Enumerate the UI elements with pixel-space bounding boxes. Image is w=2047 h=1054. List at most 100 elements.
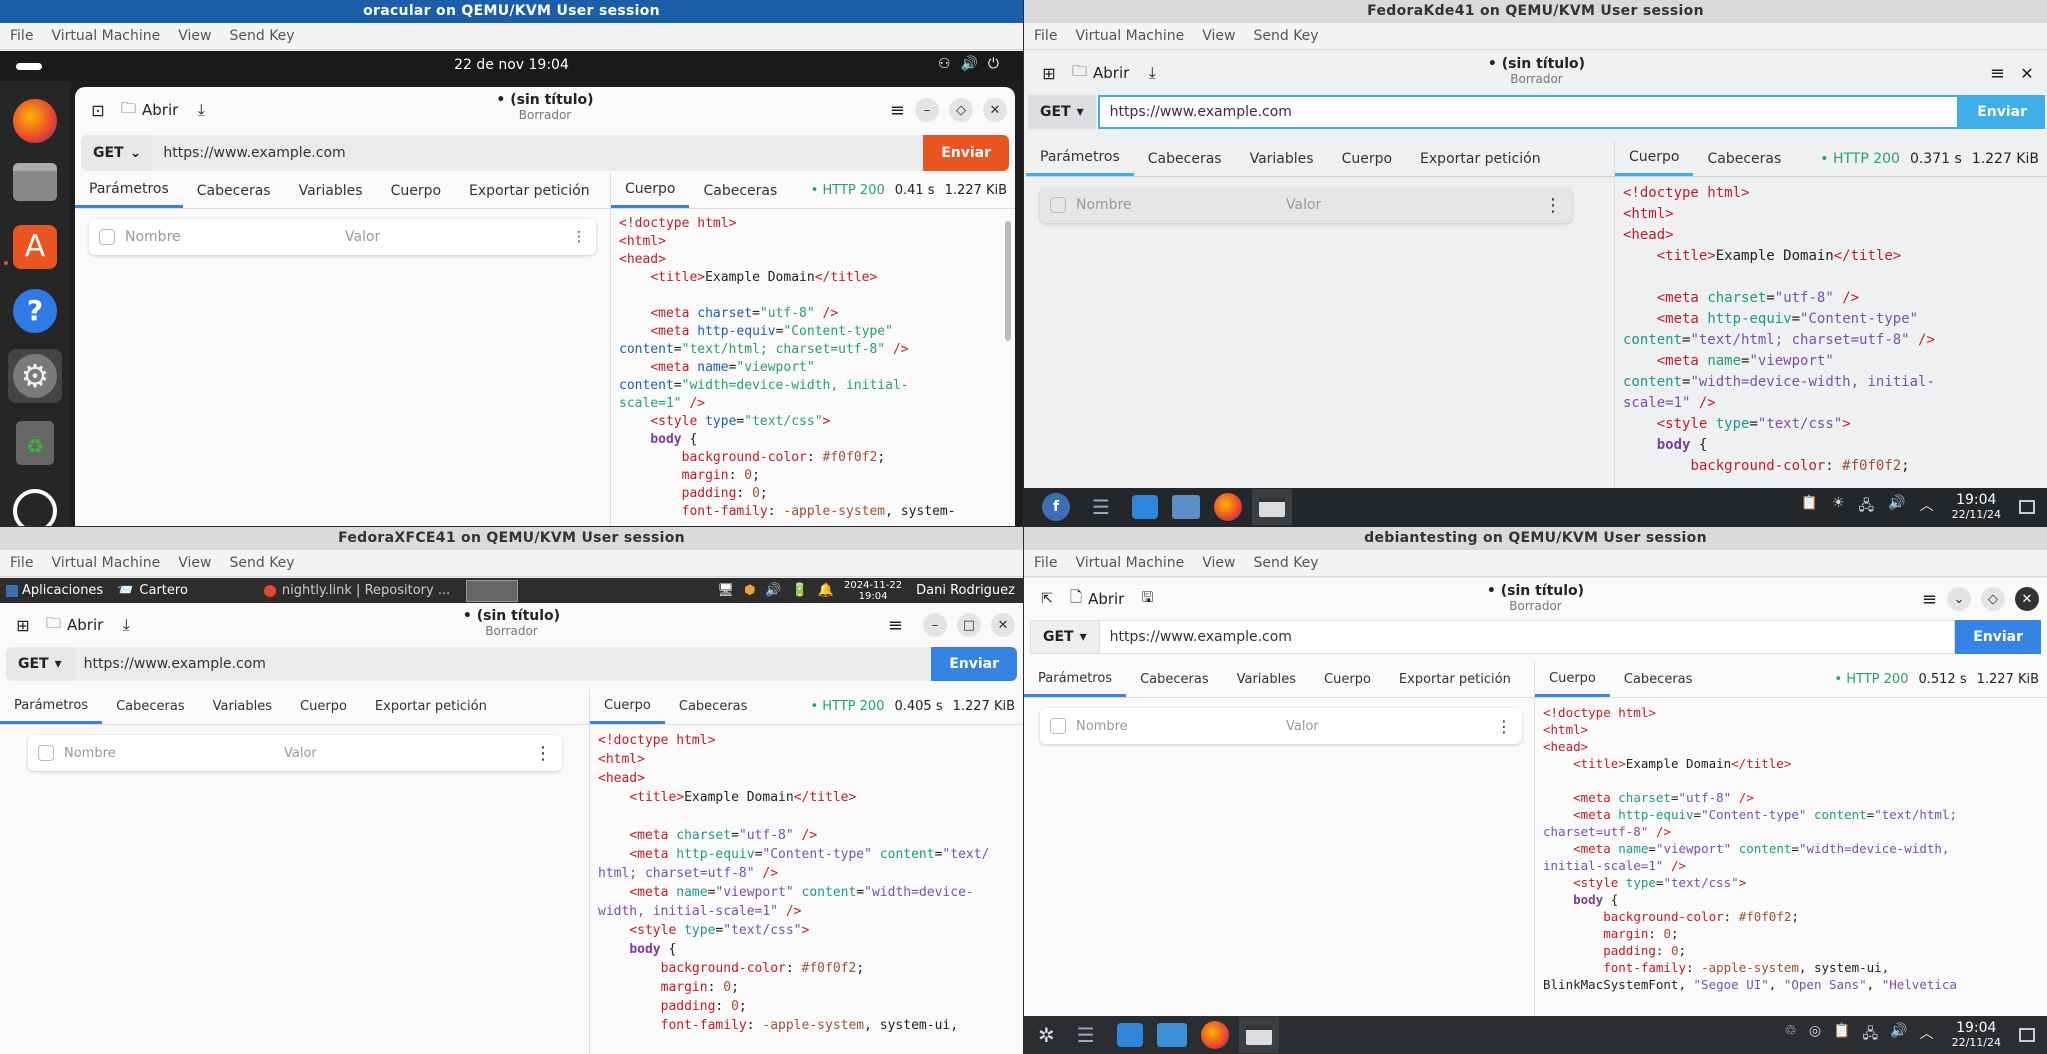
settings-gear-icon[interactable]: ⚙ [13, 354, 57, 398]
tab-variables[interactable]: Variables [285, 173, 377, 208]
tab-parameters[interactable]: Parámetros [1024, 662, 1127, 697]
menu-file[interactable]: File [10, 28, 33, 44]
param-name-input[interactable]: Nombre [1076, 197, 1276, 213]
param-name-input[interactable]: Nombre [64, 746, 274, 761]
tab-export[interactable]: Exportar petición [361, 689, 501, 724]
file-manager-icon[interactable] [1156, 1023, 1187, 1047]
method-select[interactable]: GET ▾ [1028, 95, 1096, 129]
close-button[interactable]: ✕ [2015, 587, 2039, 611]
tab-headers[interactable]: Cabeceras [102, 689, 199, 724]
param-value-input[interactable]: Valor [345, 229, 562, 245]
clock[interactable]: 19:04 22/11/24 [1952, 1021, 2001, 1050]
discover-store-icon[interactable] [1131, 495, 1158, 519]
clock[interactable]: 2024-11-22 19:04 [844, 580, 916, 602]
tab-variables[interactable]: Variables [1223, 662, 1310, 697]
firefox-icon[interactable] [1213, 493, 1242, 521]
url-input[interactable]: https://www.example.com [1099, 620, 1956, 654]
param-name-input[interactable]: Nombre [1076, 719, 1276, 734]
menu-virtual-machine[interactable]: Virtual Machine [51, 555, 160, 571]
tab-response-body[interactable]: Cuerpo [1535, 662, 1610, 697]
tab-export[interactable]: Exportar petición [1385, 662, 1525, 697]
system-tray-icons[interactable]: ♲ ◎ 📋 🖧 🔊 ︿ [1784, 1023, 1933, 1047]
new-request-icon[interactable]: ⊞ [8, 616, 38, 635]
send-button[interactable]: Enviar [1955, 620, 2041, 654]
file-manager-icon[interactable] [1171, 495, 1200, 519]
menu-send-key[interactable]: Send Key [229, 28, 294, 44]
tab-body[interactable]: Cuerpo [1310, 662, 1385, 697]
clock[interactable]: 19:04 22/11/24 [1952, 493, 2001, 522]
minimize-button[interactable]: – [915, 98, 939, 122]
menu-send-key[interactable]: Send Key [1253, 555, 1318, 571]
tab-headers[interactable]: Cabeceras [1134, 141, 1236, 176]
send-button[interactable]: Enviar [931, 647, 1017, 681]
new-request-icon[interactable]: ⇱ [1032, 591, 1062, 607]
tab-export[interactable]: Exportar petición [1406, 141, 1555, 176]
fedora-launcher-icon[interactable]: f [1042, 493, 1070, 521]
open-button[interactable]: 🗀 Abrir [38, 609, 111, 642]
menu-virtual-machine[interactable]: Virtual Machine [1075, 28, 1184, 44]
url-input[interactable]: https://www.example.com [73, 647, 932, 681]
download-icon[interactable]: ⤓ [111, 615, 141, 635]
taskbar-item-cartero[interactable]: 📨 Cartero [109, 583, 196, 598]
maximize-button[interactable]: ◇ [1981, 587, 2005, 611]
save-icon[interactable]: 🖫 [1132, 587, 1162, 611]
close-button[interactable]: ✕ [983, 98, 1007, 122]
tab-response-body[interactable]: Cuerpo [1615, 141, 1694, 176]
menu-view[interactable]: View [178, 28, 211, 44]
ubuntu-logo-icon[interactable] [13, 489, 57, 526]
tab-response-body[interactable]: Cuerpo [590, 689, 665, 724]
tab-response-headers[interactable]: Cabeceras [689, 173, 791, 208]
cartero-task-icon[interactable] [1238, 1017, 1279, 1053]
tab-body[interactable]: Cuerpo [377, 173, 455, 208]
send-button[interactable]: Enviar [1959, 95, 2045, 129]
method-select[interactable]: GET ⌄ [81, 135, 154, 171]
tab-body[interactable]: Cuerpo [286, 689, 361, 724]
new-request-icon[interactable]: ⊞ [1034, 64, 1064, 83]
param-value-input[interactable]: Valor [284, 746, 524, 761]
menu-send-key[interactable]: Send Key [1253, 28, 1318, 44]
menu-view[interactable]: View [1202, 28, 1235, 44]
tab-parameters[interactable]: Parámetros [75, 173, 183, 208]
tab-response-headers[interactable]: Cabeceras [1610, 662, 1707, 697]
open-button[interactable]: 🗀 Abrir [113, 94, 186, 127]
firefox-icon[interactable] [13, 99, 57, 143]
tab-variables[interactable]: Variables [199, 689, 286, 724]
close-icon[interactable]: ✕ [2015, 64, 2039, 83]
menu-view[interactable]: View [1202, 555, 1235, 571]
system-tray-icons[interactable]: ⚇🔊⏻ [938, 56, 1009, 72]
firefox-icon[interactable] [1200, 1021, 1229, 1049]
maximize-button[interactable]: □ [957, 613, 981, 637]
trash-icon[interactable]: ♻ [16, 421, 54, 465]
param-value-input[interactable]: Valor [1286, 197, 1534, 213]
system-tray-icons[interactable]: 🖥 ⬢ 🔊 🔋 🔔 [718, 583, 844, 598]
tab-body[interactable]: Cuerpo [1328, 141, 1406, 176]
tab-headers[interactable]: Cabeceras [183, 173, 285, 208]
minimize-button[interactable]: ⌄ [1947, 587, 1971, 611]
menu-view[interactable]: View [178, 555, 211, 571]
tab-response-headers[interactable]: Cabeceras [1693, 141, 1795, 176]
settings-sliders-icon[interactable]: ☰ [1092, 495, 1110, 519]
discover-store-icon[interactable] [1116, 1023, 1143, 1047]
applications-menu[interactable]: Aplicaciones [0, 583, 109, 598]
menu-virtual-machine[interactable]: Virtual Machine [1075, 555, 1184, 571]
new-request-icon[interactable]: ⊡ [83, 101, 113, 120]
workspace-switcher[interactable] [466, 579, 519, 602]
more-options-icon[interactable]: ⋮ [534, 743, 552, 764]
app-launcher-icon[interactable]: ✲ [1038, 1023, 1055, 1047]
menu-file[interactable]: File [1034, 555, 1057, 571]
hamburger-menu-icon[interactable]: ≡ [890, 100, 905, 121]
more-options-icon[interactable]: ⋮ [1496, 717, 1512, 736]
menu-virtual-machine[interactable]: Virtual Machine [51, 28, 160, 44]
param-name-input[interactable]: Nombre [125, 229, 335, 245]
minimize-button[interactable]: – [923, 613, 947, 637]
param-checkbox[interactable] [38, 745, 54, 761]
send-button[interactable]: Enviar [923, 135, 1009, 171]
settings-sliders-icon[interactable]: ☰ [1077, 1023, 1095, 1047]
show-desktop-icon[interactable] [2019, 1028, 2035, 1042]
url-input[interactable]: https://www.example.com [153, 135, 924, 171]
cartero-task-icon[interactable] [1251, 489, 1292, 525]
system-tray-icons[interactable]: 📋 ☀ 🖧 🔊 ︿ [1801, 495, 1934, 519]
tab-response-headers[interactable]: Cabeceras [665, 689, 762, 724]
help-icon[interactable]: ? [13, 289, 57, 333]
files-icon[interactable] [13, 163, 57, 201]
